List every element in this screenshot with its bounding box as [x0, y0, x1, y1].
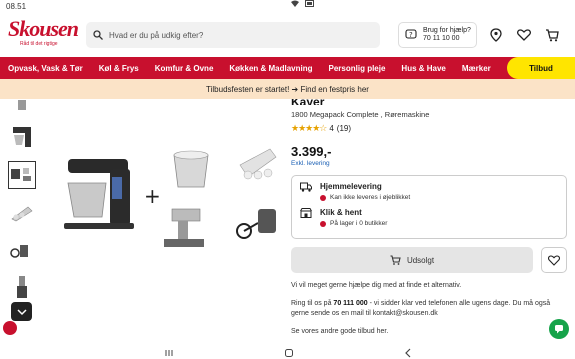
soldout-label: Udsolgt — [406, 255, 435, 265]
product-rating[interactable]: ★★★★☆ 4 (19) — [291, 123, 567, 134]
search-icon — [93, 30, 103, 40]
click-collect-title: Klik & hent — [320, 208, 362, 217]
nav-item-opvask[interactable]: Opvask, Vask & Tør — [0, 64, 91, 73]
status-dot-icon — [320, 194, 326, 201]
status-bar: 08.51 — [0, 0, 575, 12]
product-info: Kayer 1800 Megapack Complete , Røremaski… — [291, 99, 567, 337]
thumbnail-megapack[interactable] — [8, 161, 36, 189]
home-delivery-title: Hjemmelevering — [320, 182, 382, 191]
thumbnail-attachment[interactable] — [8, 199, 36, 227]
product-subtitle: 1800 Megapack Complete , Røremaskine — [291, 110, 430, 119]
heart-icon — [548, 254, 560, 266]
home-delivery-status: Kan ikke leveres i øjeblikket — [330, 194, 411, 201]
help-phone: 70 11 10 00 — [423, 35, 460, 42]
promo-banner[interactable]: Tilbudsfesten er startet! ➔ Find en fest… — [0, 79, 575, 99]
status-icons — [291, 0, 567, 7]
recent-apps-icon[interactable] — [164, 349, 174, 357]
add-to-favorites-button[interactable] — [541, 247, 567, 273]
home-icon[interactable] — [284, 348, 294, 358]
heart-icon[interactable] — [517, 28, 531, 42]
product-price: 3.399,- — [291, 144, 332, 159]
rating-value: 4 — [329, 124, 334, 133]
product-page: + Kayer 1800 Megapack Complete , Røremas… — [0, 99, 575, 347]
click-collect-status: På lager i 0 butikker — [330, 220, 388, 227]
chat-bubble-icon — [555, 325, 563, 334]
tilbud-button[interactable]: Tilbud — [507, 57, 575, 79]
category-nav: Opvask, Vask & Tør Køl & Frys Komfur & O… — [0, 57, 575, 79]
help-box[interactable]: ? Brug for hjælp? 70 11 10 00 — [398, 22, 477, 48]
search-input[interactable]: Hvad er du på udkig efter? — [86, 22, 380, 48]
system-navigation-bar — [0, 347, 575, 359]
thumbnail-scroll-down-button[interactable] — [11, 302, 32, 321]
thumbnail-mixer[interactable] — [8, 123, 36, 151]
truck-icon — [300, 182, 312, 192]
help-title: Brug for hjælp? — [423, 27, 471, 34]
soldout-button[interactable]: Udsolgt — [291, 247, 533, 273]
nav-item-kokken[interactable]: Køkken & Madlavning — [221, 64, 320, 73]
search-placeholder: Hvad er du på udkig efter? — [109, 30, 204, 40]
delivery-note-link[interactable]: Exkl. levering — [291, 160, 567, 167]
contact-phone[interactable]: 70 111 000 — [333, 300, 367, 307]
delivery-options: Hjemmelevering Kan ikke leveres i øjebli… — [291, 175, 567, 239]
nav-item-kol-frys[interactable]: Køl & Frys — [91, 64, 147, 73]
chevron-down-icon — [16, 308, 27, 315]
product-title: Kayer — [291, 99, 567, 105]
help-chat-icon: ? — [405, 29, 417, 39]
product-main-image[interactable]: + — [62, 139, 282, 259]
nav-item-hus-have[interactable]: Hus & Have — [393, 64, 453, 73]
other-offers-link[interactable]: Se vores andre gode tilbud her. — [291, 327, 567, 337]
cart-icon[interactable] — [545, 28, 559, 42]
svg-text:?: ? — [409, 31, 413, 39]
alternative-text: Vi vil meget gerne hjælpe dig med at fin… — [291, 282, 462, 289]
review-count: (19) — [336, 124, 352, 133]
site-header: Skousen Råd til det rigtige Hvad er du p… — [0, 12, 575, 57]
thumbnail-grinder-upright[interactable] — [8, 275, 36, 303]
nav-item-maerker[interactable]: Mærker — [454, 64, 499, 73]
cart-icon — [390, 255, 401, 265]
nav-item-komfur[interactable]: Komfur & Ovne — [147, 64, 222, 73]
status-dot-icon — [320, 220, 326, 227]
logo[interactable]: Skousen Råd til det rigtige — [8, 15, 79, 52]
location-icon[interactable] — [489, 28, 503, 42]
accessibility-badge-icon[interactable] — [3, 321, 17, 335]
battery-icon — [305, 0, 314, 7]
click-collect-row: Klik & hent På lager i 0 butikker — [300, 208, 558, 227]
product-actions: Udsolgt — [291, 247, 567, 273]
thumbnail-meat-grinder[interactable] — [8, 237, 36, 265]
logo-text: Skousen — [8, 15, 79, 41]
chat-button[interactable] — [549, 319, 569, 339]
home-delivery-row: Hjemmelevering Kan ikke leveres i øjebli… — [300, 182, 558, 201]
thumbnail-mixer-top[interactable] — [8, 99, 36, 113]
star-rating-icon: ★★★★☆ — [291, 123, 327, 133]
nav-item-personlig-pleje[interactable]: Personlig pleje — [321, 64, 394, 73]
thumbnail-list — [8, 99, 38, 313]
store-icon — [300, 208, 312, 218]
contact-text: Ring til os på 70 111 000 - vi sidder kl… — [291, 300, 551, 317]
svg-text:+: + — [144, 184, 161, 208]
back-icon[interactable] — [404, 348, 412, 358]
wifi-icon — [291, 0, 299, 7]
status-time: 08.51 — [6, 1, 27, 11]
logo-tagline: Råd til det rigtige — [20, 40, 58, 47]
